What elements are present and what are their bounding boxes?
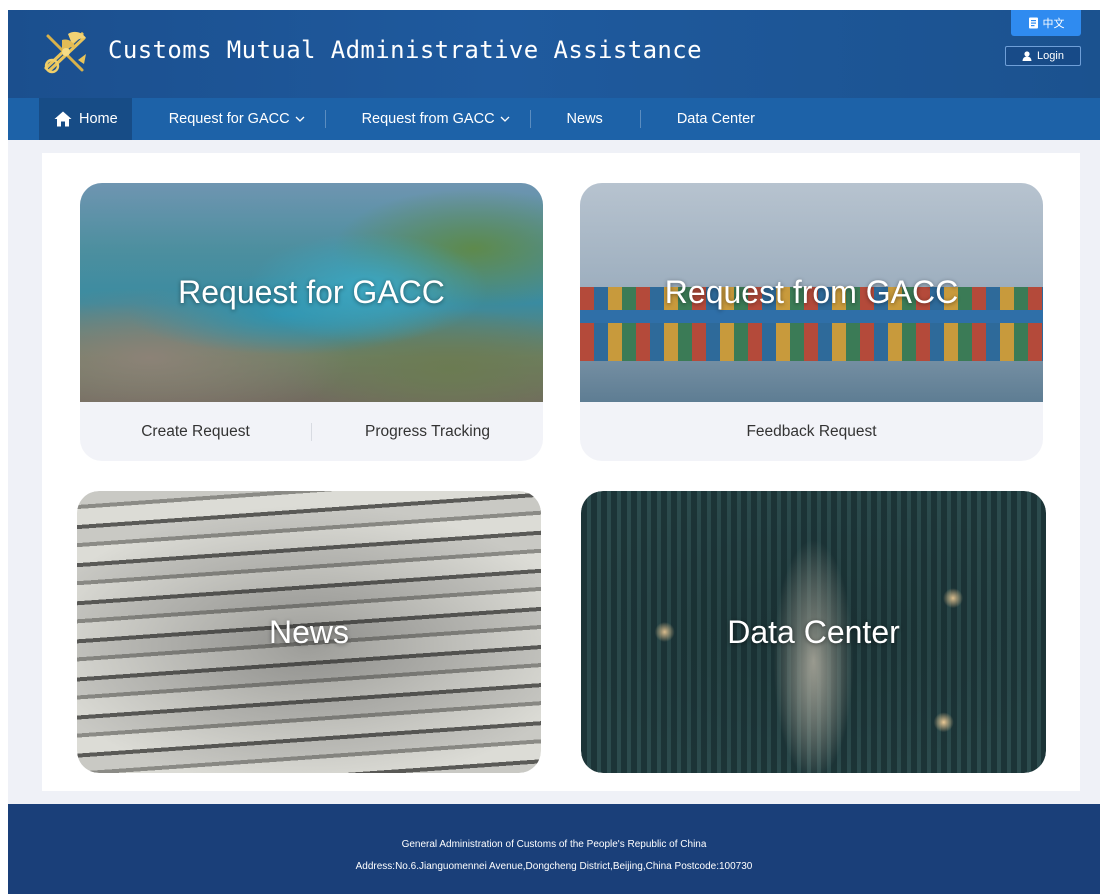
login-label: Login — [1037, 50, 1064, 62]
footer-organization: General Administration of Customs of the… — [401, 839, 707, 850]
customs-emblem-logo[interactable] — [38, 24, 94, 80]
nav-news-label: News — [566, 111, 603, 127]
nav-divider — [639, 110, 641, 128]
card-request-from-image[interactable]: Request from GACC — [580, 183, 1043, 402]
progress-tracking-link[interactable]: Progress Tracking — [312, 423, 543, 441]
nav-item-home[interactable]: Home — [39, 98, 132, 140]
feedback-request-link[interactable]: Feedback Request — [580, 423, 1043, 441]
chevron-down-icon — [500, 116, 510, 122]
document-icon — [1028, 17, 1038, 29]
create-request-link[interactable]: Create Request — [80, 423, 311, 441]
nav-item-news[interactable]: News — [567, 98, 603, 140]
chevron-down-icon — [295, 116, 305, 122]
nav-home-label: Home — [79, 111, 118, 127]
card-request-from-title: Request from GACC — [664, 274, 959, 310]
site-footer: General Administration of Customs of the… — [8, 804, 1100, 894]
user-icon — [1022, 51, 1032, 61]
card-data-center-image: Data Center — [581, 491, 1046, 773]
card-news-title: News — [268, 613, 349, 650]
language-switch-button[interactable]: 中文 — [1011, 10, 1081, 36]
card-news[interactable]: News — [77, 491, 541, 773]
nav-data-center-label: Data Center — [676, 111, 755, 127]
card-request-for-title: Request for GACC — [178, 274, 445, 310]
nav-request-for-label: Request for GACC — [168, 111, 290, 127]
card-request-for-links: Create Request Progress Tracking — [80, 402, 543, 461]
card-data-center-title: Data Center — [727, 613, 900, 650]
card-news-image: News — [77, 491, 541, 773]
main-nav: Home Request for GACC Request from GACC … — [8, 98, 1100, 140]
nav-item-data-center[interactable]: Data Center — [677, 98, 755, 140]
nav-request-from-label: Request from GACC — [361, 111, 495, 127]
footer-address: Address:No.6.Jianguomennei Avenue,Dongch… — [355, 861, 753, 872]
home-icon — [54, 111, 72, 127]
main-content: Request for GACC Create Request Progress… — [42, 153, 1080, 791]
card-request-from-gacc: Request from GACC Feedback Request — [580, 183, 1043, 461]
card-request-from-links: Feedback Request — [580, 402, 1043, 461]
nav-divider — [529, 110, 531, 128]
nav-item-request-for-gacc[interactable]: Request for GACC — [169, 98, 305, 140]
page-frame: Customs Mutual Administrative Assistance… — [8, 10, 1100, 894]
card-data-center[interactable]: Data Center — [581, 491, 1046, 773]
nav-item-request-from-gacc[interactable]: Request from GACC — [362, 98, 510, 140]
nav-divider — [324, 110, 326, 128]
language-label: 中文 — [1042, 17, 1065, 30]
site-header: Customs Mutual Administrative Assistance… — [8, 10, 1100, 98]
site-title: Customs Mutual Administrative Assistance — [108, 36, 702, 64]
login-button[interactable]: Login — [1005, 46, 1081, 66]
card-request-for-image[interactable]: Request for GACC — [80, 183, 543, 402]
card-request-for-gacc: Request for GACC Create Request Progress… — [80, 183, 543, 461]
